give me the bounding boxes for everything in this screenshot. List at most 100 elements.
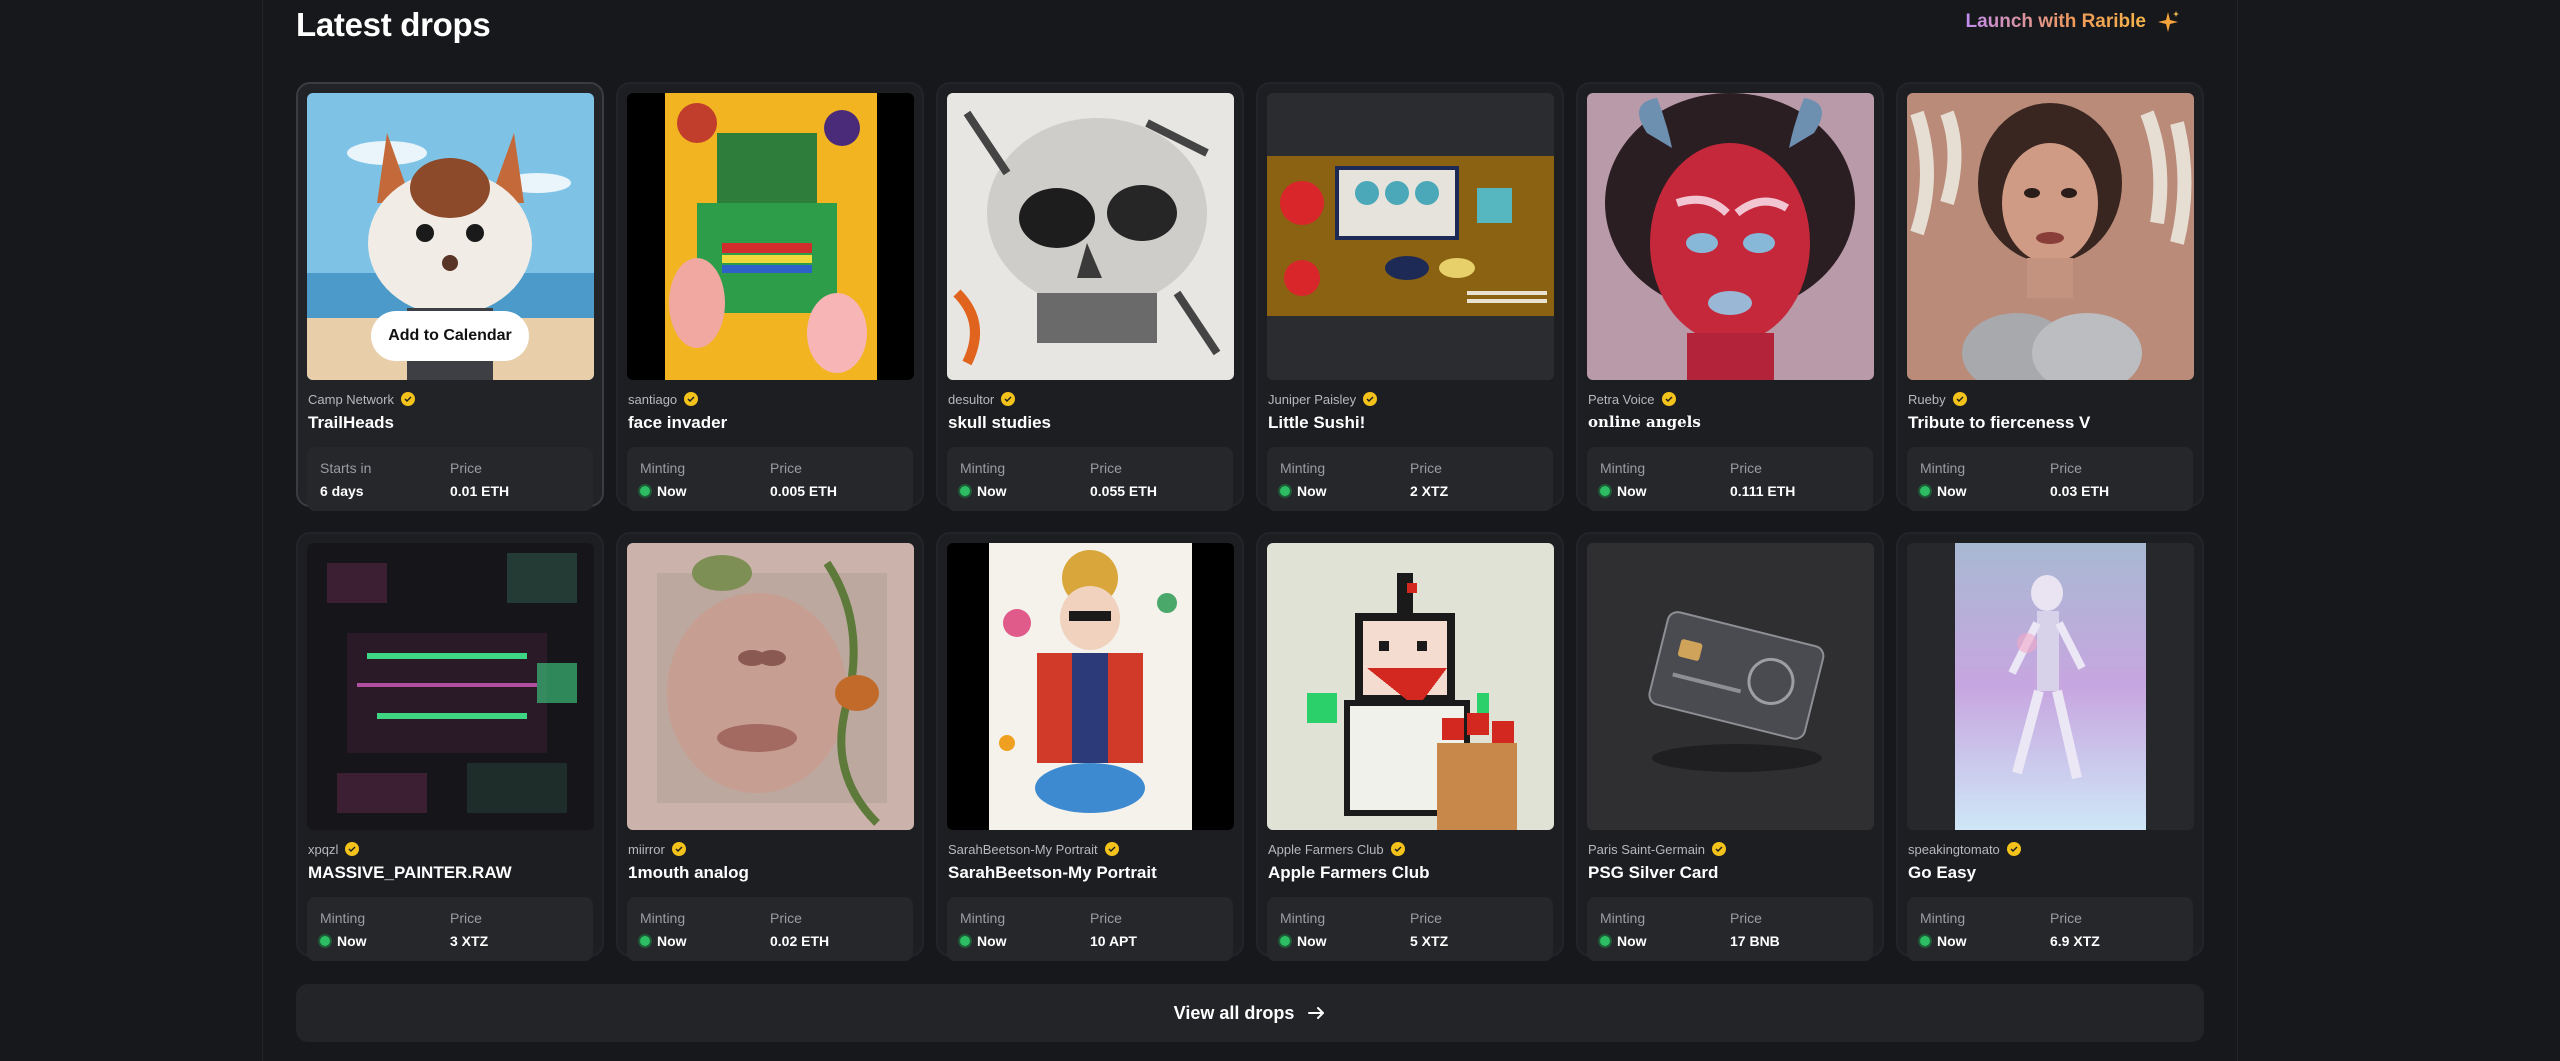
creator-name[interactable]: Apple Farmers Club [1268,842,1384,857]
minting-dot-icon [1600,936,1610,946]
add-to-calendar-button[interactable]: Add to Calendar [371,311,529,361]
status-value: Now [657,933,687,949]
drop-title: Tribute to fierceness V [1908,413,2091,432]
drop-artwork [947,93,1234,380]
verified-badge-icon [1661,392,1676,406]
minting-dot-icon [960,486,970,496]
price-value: 0.03 ETH [2050,483,2110,499]
minting-dot-icon [640,936,650,946]
drop-title: PSG Silver Card [1588,863,1719,882]
drops-grid: Add to Calendar Camp Network TrailHeads … [296,82,2204,961]
verified-badge-icon [2006,842,2021,856]
status-label: Minting [320,910,366,926]
creator-name[interactable]: Petra Voice [1588,392,1655,407]
creator-name[interactable]: SarahBeetson-My Portrait [948,842,1098,857]
price-label: Price [770,460,802,476]
status-value: Now [1937,483,1967,499]
drop-artwork: Add to Calendar [307,93,594,380]
verified-badge-icon [684,392,699,406]
verified-badge-icon [1712,842,1727,856]
drop-title: online angels [1588,413,1701,431]
price-label: Price [1410,910,1442,926]
price-value: 0.02 ETH [770,933,830,949]
drop-card[interactable]: Petra Voice online angels Minting Now Pr… [1576,82,1884,511]
left-divider [262,0,263,1061]
creator-name[interactable]: Camp Network [308,392,394,407]
price-value: 3 XTZ [450,933,489,949]
sparkle-icon [2156,10,2180,34]
creator-name[interactable]: Juniper Paisley [1268,392,1356,407]
minting-dot-icon [960,936,970,946]
status-value: Now [1297,483,1327,499]
drop-title: TrailHeads [308,413,394,432]
status-label: Starts in [320,460,372,476]
drop-card[interactable]: santiago face invader Minting Now Price … [616,82,924,511]
drop-info-panel: Minting Now Price 2 XTZ [1267,447,1553,511]
verified-badge-icon [1363,392,1378,406]
drop-info-panel: Minting Now Price 0.03 ETH [1907,447,2193,511]
creator-name[interactable]: santiago [628,392,677,407]
drop-artwork [947,543,1234,830]
view-all-drops-button[interactable]: View all drops [296,984,2204,1042]
drop-card[interactable]: Juniper Paisley Little Sushi! Minting No… [1256,82,1564,511]
drop-title: SarahBeetson-My Portrait [948,863,1157,882]
drop-info-panel: Minting Now Price 0.005 ETH [627,447,913,511]
price-value: 0.055 ETH [1090,483,1157,499]
creator-name[interactable]: Paris Saint-Germain [1588,842,1705,857]
minting-dot-icon [1280,486,1290,496]
price-value: 0.005 ETH [770,483,837,499]
drop-info-panel: Minting Now Price 3 XTZ [307,897,593,961]
drop-card[interactable]: speakingtomato Go Easy Minting Now Price… [1896,532,2204,961]
creator-name[interactable]: speakingtomato [1908,842,2000,857]
price-label: Price [1730,910,1762,926]
verified-badge-icon [400,392,415,406]
price-label: Price [770,910,802,926]
status-label: Minting [640,910,686,926]
price-label: Price [1410,460,1442,476]
creator-name[interactable]: desultor [948,392,994,407]
arrow-right-icon [1308,1006,1326,1020]
drop-card[interactable]: Apple Farmers Club Apple Farmers Club Mi… [1256,532,1564,961]
drop-card[interactable]: miirror 1mouth analog Minting Now Price … [616,532,924,961]
status-label: Minting [1920,910,1966,926]
drop-card[interactable]: Rueby Tribute to fierceness V Minting No… [1896,82,2204,511]
drop-card[interactable]: xpqzl MASSIVE_PAINTER.RAW Minting Now Pr… [296,532,604,961]
minting-dot-icon [320,936,330,946]
verified-badge-icon [1001,392,1016,406]
status-label: Minting [1600,910,1646,926]
status-value: Now [977,933,1007,949]
drop-card[interactable]: Paris Saint-Germain PSG Silver Card Mint… [1576,532,1884,961]
launch-with-rarible-link[interactable]: Launch with Rarible [1965,10,2180,34]
drop-artwork [1267,543,1554,830]
creator-name[interactable]: xpqzl [308,842,338,857]
status-value: Now [1617,933,1647,949]
drop-card[interactable]: SarahBeetson-My Portrait SarahBeetson-My… [936,532,1244,961]
creator-name[interactable]: Rueby [1908,392,1946,407]
drop-artwork [627,543,914,830]
drop-info-panel: Minting Now Price 10 APT [947,897,1233,961]
price-value: 6.9 XTZ [2050,933,2100,949]
verified-badge-icon [1390,842,1405,856]
price-label: Price [450,460,482,476]
drop-info-panel: Minting Now Price 5 XTZ [1267,897,1553,961]
creator-name[interactable]: miirror [628,842,665,857]
verified-badge-icon [671,842,686,856]
drop-card[interactable]: desultor skull studies Minting Now Price… [936,82,1244,511]
drop-card[interactable]: Add to Calendar Camp Network TrailHeads … [296,82,604,511]
minting-dot-icon [1920,936,1930,946]
price-value: 2 XTZ [1410,483,1449,499]
view-all-label: View all drops [1173,1002,1295,1023]
drop-info-panel: Minting Now Price 0.055 ETH [947,447,1233,511]
status-label: Minting [1600,460,1646,476]
launch-label: Launch with Rarible [1965,11,2146,32]
latest-drops-section: Latest drops Launch with Rarible Add to … [296,0,2204,1061]
price-value: 0.01 ETH [450,483,510,499]
status-value: Now [1297,933,1327,949]
status-label: Minting [960,910,1006,926]
drop-info-panel: Minting Now Price 0.02 ETH [627,897,913,961]
section-title: Latest drops [296,6,491,43]
drop-title: skull studies [948,413,1051,432]
drop-artwork [1587,93,1874,380]
price-label: Price [450,910,482,926]
status-value: 6 days [320,483,364,499]
